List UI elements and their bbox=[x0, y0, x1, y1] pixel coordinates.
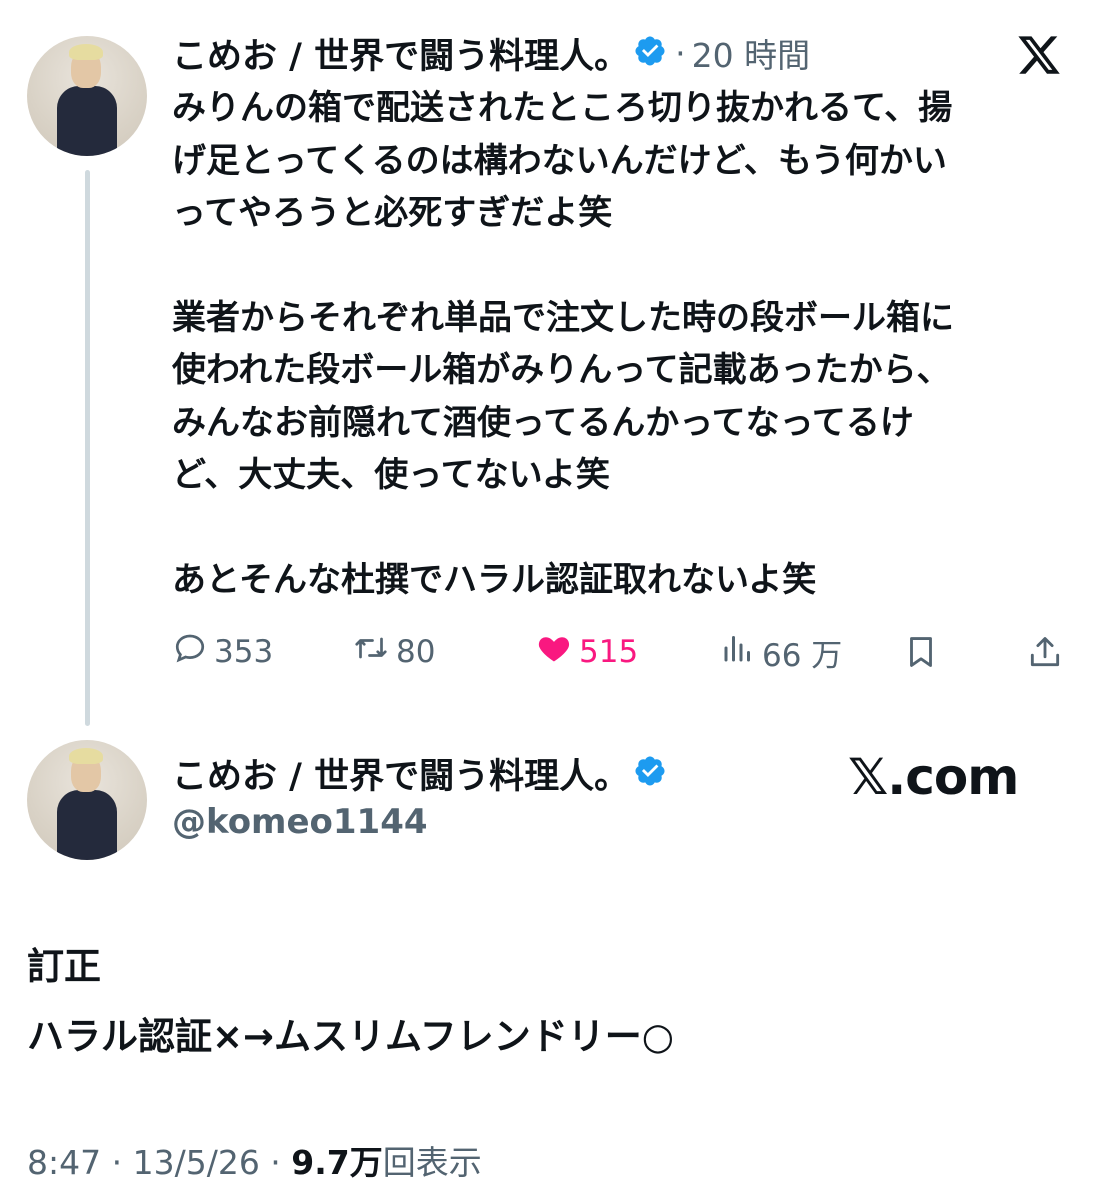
views-total: 9.7万 bbox=[291, 1143, 383, 1182]
x-com-watermark: 𝕏.com bbox=[848, 748, 1019, 806]
tweet-text-line: みりんの箱で配送されたところ切り抜かれるて、揚 bbox=[172, 88, 953, 128]
tweet-text-line: 業者からそれぞれ単品で注文した時の段ボール箱に bbox=[172, 297, 954, 338]
like-button[interactable]: 515 bbox=[535, 630, 638, 674]
meta-separator: · bbox=[259, 1143, 292, 1182]
watermark-domain: .com bbox=[887, 748, 1019, 806]
tweet-header: こめお / 世界で闘う料理人。 bbox=[172, 748, 667, 799]
tweet-text-line: 訂正 bbox=[27, 945, 101, 988]
reply-button[interactable]: 353 bbox=[172, 630, 273, 674]
tweet-text-line: みんなお前隠れて酒使ってるんかってなってるけ bbox=[172, 402, 914, 443]
display-name[interactable]: こめお / 世界で闘う料理人。 bbox=[172, 28, 629, 79]
verified-badge-icon bbox=[633, 754, 667, 792]
tweet-body: みりんの箱で配送されたところ切り抜かれるて、揚 げ足とってくるのは構わないんだけ… bbox=[172, 82, 1072, 606]
reply-icon bbox=[172, 630, 208, 674]
avatar[interactable] bbox=[27, 740, 147, 860]
meta-separator: · bbox=[101, 1143, 133, 1182]
x-logo-icon: 𝕏 bbox=[848, 748, 888, 806]
user-handle[interactable]: @komeo1144 bbox=[172, 802, 428, 842]
tweet-footer-meta: 8:47 · 13/5/26 · 9.7万回表示 bbox=[27, 1136, 482, 1184]
reply-count: 353 bbox=[214, 634, 274, 670]
tweet-timestamp[interactable]: 20 時間 bbox=[692, 29, 810, 77]
avatar[interactable] bbox=[27, 36, 147, 156]
tweet-date[interactable]: 13/5/26 bbox=[133, 1143, 260, 1182]
tweet-text-line: 使われた段ボール箱がみりんって記載あったから、 bbox=[172, 350, 951, 390]
views-icon bbox=[720, 630, 756, 674]
tweet-time[interactable]: 8:47 bbox=[27, 1143, 101, 1182]
share-icon[interactable] bbox=[1026, 632, 1064, 676]
retweet-icon bbox=[352, 630, 390, 674]
meta-separator: · bbox=[675, 33, 686, 73]
views-label: 回表示 bbox=[382, 1143, 482, 1182]
verified-badge-icon bbox=[633, 34, 667, 72]
tweet-text-line: げ足とってくるのは構わないんだけど、もう何かい bbox=[172, 140, 947, 181]
tweet-text-line: あとそんな杜撰でハラル認証取れないよ笑 bbox=[172, 559, 817, 600]
display-name[interactable]: こめお / 世界で闘う料理人。 bbox=[172, 748, 629, 799]
views-button[interactable]: 66 万 bbox=[720, 630, 842, 674]
views-count: 66 万 bbox=[762, 637, 843, 674]
tweet-text-line: ってやろうと必死すぎだよ笑 bbox=[172, 193, 613, 233]
retweet-count: 80 bbox=[396, 634, 436, 670]
tweet-text-line: ど、大丈夫、使ってないよ笑 bbox=[172, 455, 610, 495]
like-count: 515 bbox=[579, 634, 639, 670]
tweet-header: こめお / 世界で闘う料理人。 · 20 時間 bbox=[172, 28, 810, 79]
x-logo-icon[interactable] bbox=[1016, 32, 1062, 82]
retweet-button[interactable]: 80 bbox=[352, 630, 435, 674]
thread-connector-line bbox=[85, 170, 90, 726]
like-icon bbox=[535, 630, 573, 674]
tweet-text-line: ハラル認証×→ムスリムフレンドリー○ bbox=[27, 1015, 675, 1058]
bookmark-icon[interactable] bbox=[902, 632, 940, 676]
